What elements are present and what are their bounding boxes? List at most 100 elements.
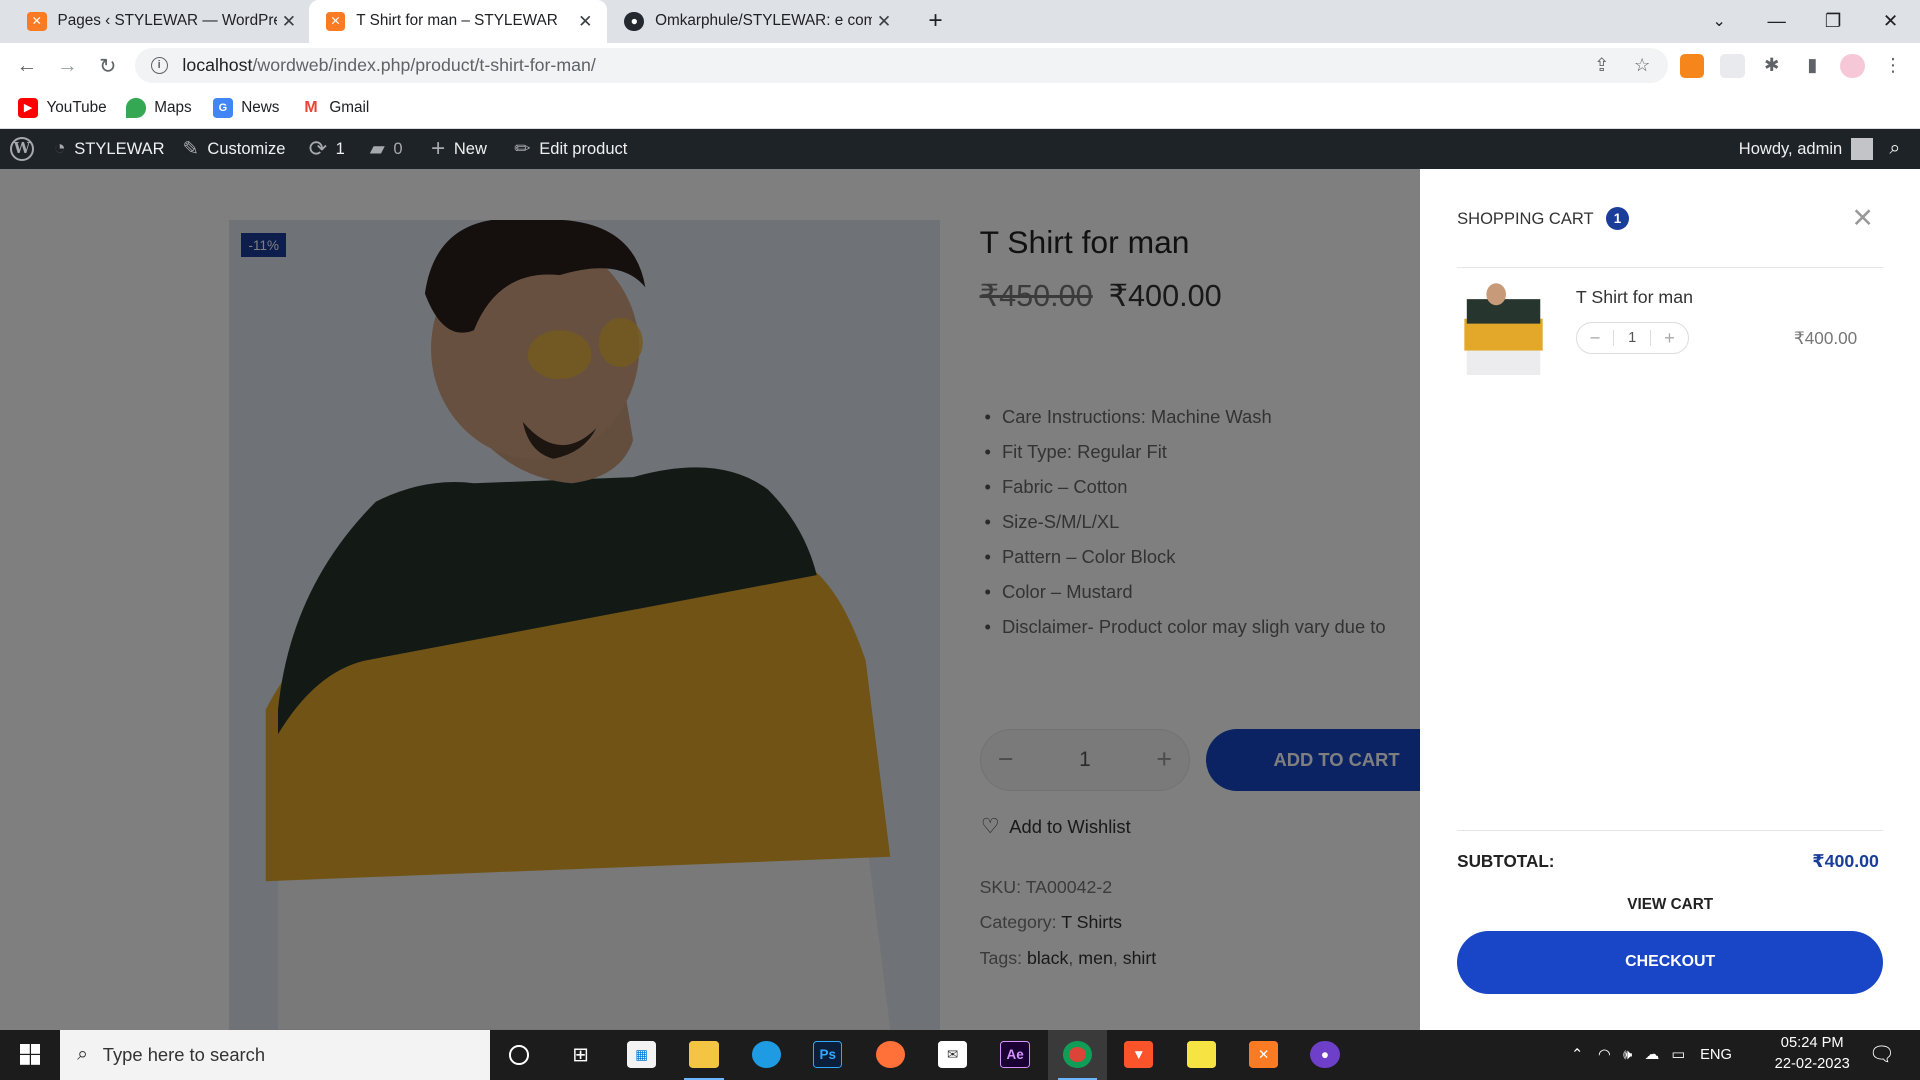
taskbar-search-box[interactable]: ⌕ Type here to search bbox=[60, 1029, 490, 1080]
start-button[interactable] bbox=[0, 1030, 60, 1080]
share-icon[interactable]: ⇪ bbox=[1591, 54, 1613, 76]
cart-item-qty[interactable]: 1 bbox=[1613, 329, 1652, 346]
task-view-icon[interactable]: ⊞ bbox=[551, 1030, 610, 1080]
sticky-notes-icon[interactable] bbox=[1172, 1030, 1231, 1080]
wp-admin-bar: W ◔ STYLEWAR ✎ Customize ⟳ 1 ▰ 0 + New ✏… bbox=[0, 128, 1920, 169]
photoshop-icon[interactable]: Ps bbox=[798, 1030, 857, 1080]
checkout-button[interactable]: CHECKOUT bbox=[1457, 930, 1884, 995]
firefox-icon[interactable] bbox=[861, 1030, 920, 1080]
close-window-icon[interactable]: ✕ bbox=[1862, 0, 1918, 43]
file-explorer-icon[interactable] bbox=[675, 1030, 734, 1080]
minus-icon[interactable]: − bbox=[1577, 327, 1613, 349]
xampp-icon[interactable]: ✕ bbox=[1234, 1030, 1293, 1080]
bookmark-label: Gmail bbox=[329, 98, 370, 116]
wordpress-icon: W bbox=[9, 136, 35, 161]
address-bar[interactable]: i localhost/wordweb/index.php/product/t-… bbox=[134, 47, 1668, 84]
site-name: STYLEWAR bbox=[74, 138, 165, 158]
notification-center-icon[interactable]: 🗨 bbox=[1869, 1030, 1895, 1080]
site-info-icon[interactable]: i bbox=[150, 56, 168, 75]
gmail-icon: M bbox=[301, 97, 321, 118]
windows-taskbar: ⌕ Type here to search ⊞ ▦ Ps ✉ Ae ▼ ✕ ● … bbox=[0, 1029, 1920, 1080]
updates-link[interactable]: ⟳ 1 bbox=[309, 129, 345, 169]
extensions-puzzle-icon[interactable]: ✱ bbox=[1761, 54, 1783, 76]
clock-time: 05:24 PM bbox=[1780, 1035, 1844, 1052]
xampp-icon: ✕ bbox=[26, 11, 47, 32]
edit-product-link[interactable]: ✏ Edit product bbox=[514, 129, 627, 169]
github-icon: ● bbox=[624, 11, 645, 32]
edge-icon[interactable] bbox=[737, 1030, 796, 1080]
updates-icon: ⟳ bbox=[308, 135, 328, 161]
bookmark-label: News bbox=[241, 98, 280, 116]
bookmark-news[interactable]: G News bbox=[213, 97, 280, 118]
maps-pin-icon bbox=[126, 97, 146, 118]
mail-icon[interactable]: ✉ bbox=[923, 1030, 982, 1080]
menu-kebab-icon[interactable]: ⋮ bbox=[1882, 54, 1904, 76]
search-icon: ⌕ bbox=[77, 1043, 89, 1066]
reload-icon[interactable]: ↻ bbox=[92, 50, 124, 82]
tray-icons: ⌃ ◠ 🕪 ☁ ▭ ENG bbox=[1571, 1030, 1732, 1080]
battery-icon[interactable]: ▭ bbox=[1672, 1046, 1686, 1063]
bookmarks-bar: ▶ YouTube Maps G News M Gmail bbox=[0, 88, 1920, 129]
cart-item-quantity-stepper[interactable]: − 1 + bbox=[1575, 322, 1689, 354]
after-effects-icon[interactable]: Ae bbox=[986, 1030, 1045, 1080]
chrome-icon[interactable] bbox=[1048, 1029, 1107, 1080]
side-panel-icon[interactable]: ▮ bbox=[1801, 54, 1823, 76]
customize-link[interactable]: ✎ Customize bbox=[182, 129, 285, 169]
chevron-up-icon[interactable]: ⌃ bbox=[1571, 1046, 1583, 1063]
my-account-link[interactable]: Howdy, admin bbox=[1739, 129, 1873, 169]
product-page: -11% T Shirt for man ₹450.00 ₹400.00 Car… bbox=[0, 168, 1920, 1030]
close-tab-icon[interactable]: ✕ bbox=[573, 11, 597, 32]
plus-icon[interactable]: + bbox=[1651, 327, 1687, 349]
profile-avatar-icon[interactable] bbox=[1840, 53, 1865, 79]
volume-icon[interactable]: 🕪 bbox=[1623, 1047, 1632, 1063]
minimize-icon[interactable]: — bbox=[1749, 0, 1805, 43]
cart-item-thumbnail[interactable] bbox=[1457, 281, 1552, 375]
divider bbox=[1457, 830, 1884, 832]
tab-pages-wordpress[interactable]: ✕ Pages ‹ STYLEWAR — WordPress ✕ bbox=[10, 0, 311, 43]
new-content-link[interactable]: + New bbox=[431, 129, 487, 169]
browser-tab-strip: ✕ Pages ‹ STYLEWAR — WordPress ✕ ✕ T Shi… bbox=[0, 0, 1920, 43]
metamask-extension-icon[interactable] bbox=[1680, 53, 1705, 79]
windows-logo-icon bbox=[19, 1044, 41, 1066]
xampp-icon: ✕ bbox=[325, 11, 346, 32]
site-name-link[interactable]: ◔ STYLEWAR bbox=[54, 129, 165, 169]
tab-search-icon[interactable]: ⌄ bbox=[1691, 0, 1747, 43]
url-text[interactable]: localhost/wordweb/index.php/product/t-sh… bbox=[182, 55, 595, 76]
restore-icon[interactable]: ❐ bbox=[1805, 0, 1861, 43]
tab-github-stylewar[interactable]: ● Omkarphule/STYLEWAR: e comm ✕ bbox=[607, 0, 906, 43]
close-tab-icon[interactable]: ✕ bbox=[872, 11, 896, 32]
language-indicator[interactable]: ENG bbox=[1700, 1047, 1732, 1063]
view-cart-link[interactable]: VIEW CART bbox=[1457, 896, 1883, 914]
cart-backdrop-overlay[interactable] bbox=[0, 168, 1421, 1030]
tab-t-shirt-for-man[interactable]: ✕ T Shirt for man – STYLEWAR ✕ bbox=[308, 0, 608, 43]
bookmark-maps[interactable]: Maps bbox=[126, 97, 192, 118]
back-icon[interactable]: ← bbox=[11, 50, 43, 82]
microsoft-store-icon[interactable]: ▦ bbox=[612, 1030, 671, 1080]
cart-heading: SHOPPING CART bbox=[1457, 208, 1594, 228]
extension-icon[interactable] bbox=[1720, 53, 1745, 79]
bookmark-gmail[interactable]: M Gmail bbox=[301, 97, 370, 118]
forward-icon[interactable]: → bbox=[51, 50, 83, 82]
bookmark-youtube[interactable]: ▶ YouTube bbox=[18, 97, 107, 118]
new-tab-icon[interactable]: + bbox=[907, 0, 963, 43]
close-tab-icon[interactable]: ✕ bbox=[277, 11, 301, 32]
updates-count: 1 bbox=[335, 138, 345, 158]
tshirt-thumbnail-image bbox=[1457, 281, 1552, 375]
brave-icon[interactable]: ▼ bbox=[1109, 1030, 1168, 1080]
wordpress-logo-button[interactable]: W bbox=[9, 129, 35, 169]
github-desktop-icon[interactable]: ● bbox=[1296, 1030, 1355, 1080]
bookmark-star-icon[interactable]: ☆ bbox=[1631, 54, 1653, 76]
wifi-icon[interactable]: ◠ bbox=[1598, 1046, 1611, 1063]
admin-search-icon[interactable]: ⌕ bbox=[1889, 129, 1909, 169]
onedrive-icon[interactable]: ☁ bbox=[1645, 1046, 1660, 1063]
shopping-cart-drawer: SHOPPING CART 1 ✕ T Shirt for man − 1 + bbox=[1420, 168, 1920, 1030]
cart-item-name[interactable]: T Shirt for man bbox=[1576, 287, 1693, 308]
cart-header: SHOPPING CART 1 bbox=[1457, 206, 1630, 231]
close-icon[interactable]: ✕ bbox=[1851, 203, 1874, 234]
url-host: localhost bbox=[182, 54, 253, 75]
cortana-icon[interactable] bbox=[490, 1030, 549, 1080]
taskbar-clock[interactable]: 05:24 PM 22-02-2023 bbox=[1763, 1033, 1861, 1075]
bookmark-label: Maps bbox=[154, 98, 192, 116]
comments-link[interactable]: ▰ 0 bbox=[370, 129, 403, 169]
tab-title: Pages ‹ STYLEWAR — WordPress bbox=[57, 12, 277, 30]
